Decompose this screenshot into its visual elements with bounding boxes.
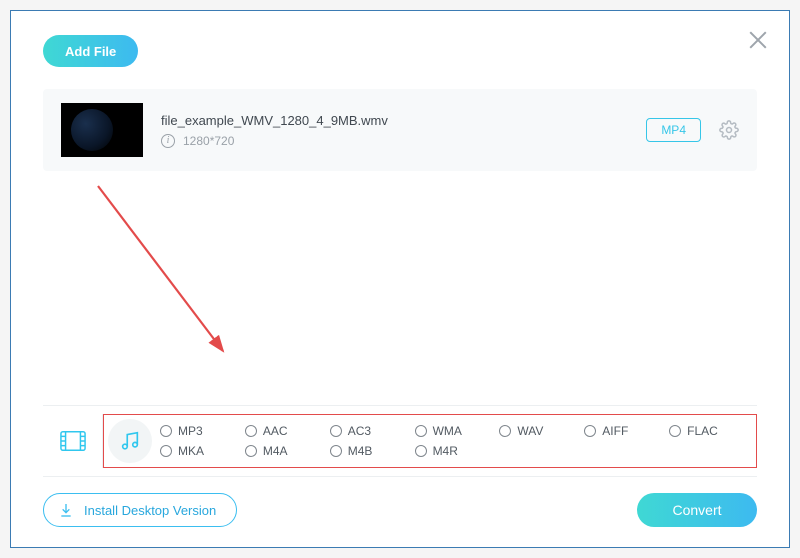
file-row: file_example_WMV_1280_4_9MB.wmv i 1280*7… (43, 89, 757, 171)
audio-format-grid: MP3 AAC AC3 WMA WAV AIFF FLAC MKA M4A M4… (160, 424, 748, 458)
format-label: M4B (348, 444, 373, 458)
add-file-label: Add File (65, 44, 116, 59)
convert-label: Convert (672, 502, 721, 518)
file-meta: file_example_WMV_1280_4_9MB.wmv i 1280*7… (161, 113, 628, 148)
install-desktop-button[interactable]: Install Desktop Version (43, 493, 237, 527)
radio-icon (160, 425, 172, 437)
close-button[interactable] (747, 29, 769, 51)
format-option-m4a[interactable]: M4A (245, 444, 324, 458)
format-option-ac3[interactable]: AC3 (330, 424, 409, 438)
radio-icon (499, 425, 511, 437)
format-option-mp3[interactable]: MP3 (160, 424, 239, 438)
settings-button[interactable] (719, 120, 739, 140)
converter-window: Add File file_example_WMV_1280_4_9MB.wmv… (10, 10, 790, 548)
film-icon (60, 430, 86, 452)
radio-icon (330, 425, 342, 437)
file-dimensions-row: i 1280*720 (161, 134, 628, 148)
add-file-button[interactable]: Add File (43, 35, 138, 67)
format-option-mka[interactable]: MKA (160, 444, 239, 458)
format-option-m4b[interactable]: M4B (330, 444, 409, 458)
format-label: WMA (433, 424, 462, 438)
format-label: AIFF (602, 424, 628, 438)
video-formats-tab[interactable] (43, 414, 103, 468)
radio-icon (669, 425, 681, 437)
radio-icon (245, 445, 257, 457)
format-label: FLAC (687, 424, 718, 438)
format-label: WAV (517, 424, 543, 438)
output-format-label: MP4 (661, 123, 686, 137)
music-icon (119, 430, 141, 452)
radio-icon (584, 425, 596, 437)
format-label: MP3 (178, 424, 203, 438)
formats-panel: MP3 AAC AC3 WMA WAV AIFF FLAC MKA M4A M4… (43, 405, 757, 477)
content-spacer (43, 171, 757, 405)
format-label: M4A (263, 444, 288, 458)
format-option-aac[interactable]: AAC (245, 424, 324, 438)
radio-icon (415, 445, 427, 457)
format-label: AC3 (348, 424, 371, 438)
format-option-wma[interactable]: WMA (415, 424, 494, 438)
format-option-m4r[interactable]: M4R (415, 444, 494, 458)
download-icon (58, 502, 74, 518)
audio-formats-tab[interactable] (108, 419, 152, 463)
file-dimensions: 1280*720 (183, 134, 234, 148)
file-thumbnail[interactable] (61, 103, 143, 157)
convert-button[interactable]: Convert (637, 493, 757, 527)
radio-icon (160, 445, 172, 457)
format-option-flac[interactable]: FLAC (669, 424, 748, 438)
file-name: file_example_WMV_1280_4_9MB.wmv (161, 113, 628, 128)
format-label: M4R (433, 444, 458, 458)
audio-formats-group: MP3 AAC AC3 WMA WAV AIFF FLAC MKA M4A M4… (103, 414, 757, 468)
format-option-aiff[interactable]: AIFF (584, 424, 663, 438)
radio-icon (245, 425, 257, 437)
format-option-wav[interactable]: WAV (499, 424, 578, 438)
info-icon[interactable]: i (161, 134, 175, 148)
format-label: AAC (263, 424, 288, 438)
radio-icon (415, 425, 427, 437)
radio-icon (330, 445, 342, 457)
format-label: MKA (178, 444, 204, 458)
output-format-select[interactable]: MP4 (646, 118, 701, 142)
install-desktop-label: Install Desktop Version (84, 503, 216, 518)
footer: Install Desktop Version Convert (43, 477, 757, 527)
annotation-arrow (83, 181, 243, 381)
